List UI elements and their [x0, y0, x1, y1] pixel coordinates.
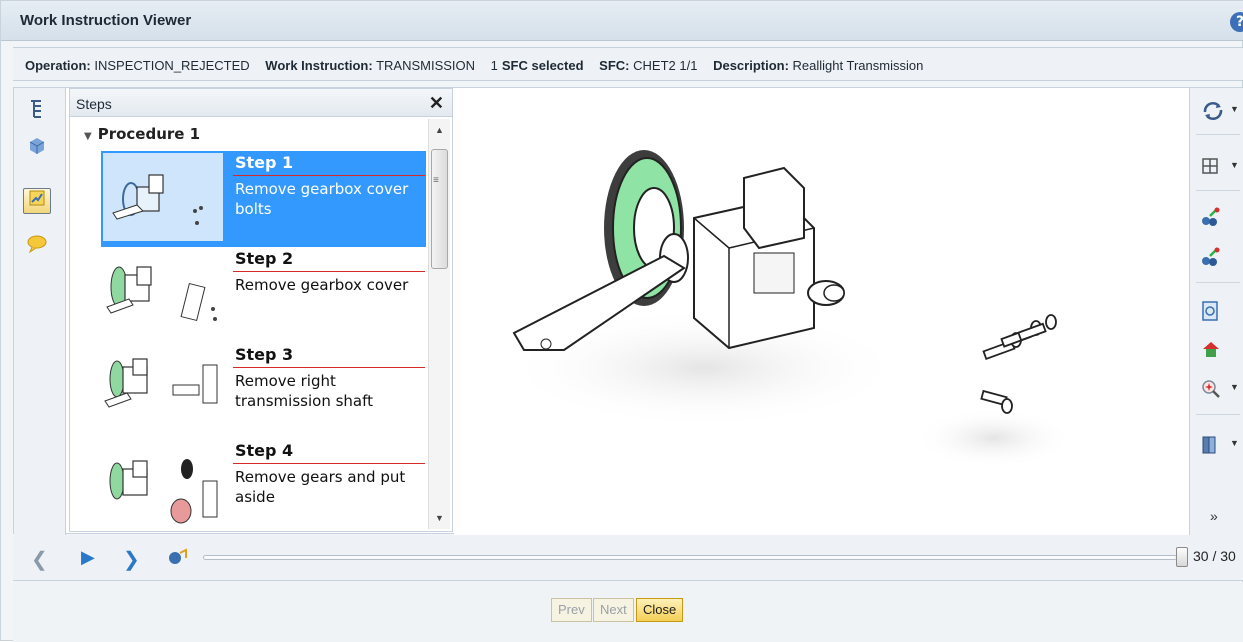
- prev-button[interactable]: Prev: [551, 598, 592, 622]
- title-bar: Work Instruction Viewer ?: [1, 1, 1243, 41]
- sfc-label: SFC:: [599, 58, 630, 73]
- steps-scrollbar[interactable]: ▲ ≡ ▼: [428, 119, 450, 529]
- steps-panel-title: Steps: [76, 96, 112, 112]
- zoom-icon[interactable]: ▼: [1200, 378, 1240, 402]
- step-item-1[interactable]: Step 1 Remove gearbox cover bolts: [101, 151, 426, 247]
- frame-counter: 30 / 30: [1193, 548, 1236, 564]
- step-item-3[interactable]: Step 3 Remove right transmission shaft: [101, 343, 426, 439]
- step-item-4[interactable]: Step 4 Remove gears and put aside: [101, 439, 426, 531]
- play-icon[interactable]: ▶: [81, 547, 95, 568]
- step-underline: [233, 175, 425, 176]
- step-thumbnail: [103, 249, 223, 337]
- work-instruction-window: Work Instruction Viewer ? Operation: INS…: [0, 0, 1243, 642]
- toolbar-separator: [1196, 190, 1240, 191]
- step-description: Remove right transmission shaft: [235, 372, 374, 410]
- step-thumbnail: [103, 345, 223, 433]
- grip-icon: ≡: [433, 175, 439, 186]
- work-instruction-label: Work Instruction:: [265, 58, 373, 73]
- gearbox-model-illustration: [504, 150, 1074, 468]
- scroll-up-icon[interactable]: ▲: [435, 125, 444, 135]
- procedure-header[interactable]: ▼ Procedure 1: [84, 125, 200, 143]
- close-button[interactable]: Close: [636, 598, 684, 622]
- timeline-slider-track[interactable]: [203, 555, 1177, 560]
- dialog-footer: Prev Next Close: [13, 582, 1243, 642]
- toolbar-separator: [1196, 414, 1240, 415]
- step-description: Remove gears and put aside: [235, 468, 406, 506]
- left-toolbar: [14, 88, 66, 535]
- tree-icon[interactable]: [23, 98, 51, 124]
- description-value: Reallight Transmission: [792, 58, 924, 73]
- step-number: Step 2: [235, 249, 294, 268]
- procedure-label: Procedure 1: [97, 125, 201, 143]
- dropdown-arrow-icon[interactable]: ▼: [1230, 104, 1239, 114]
- rotate-icon[interactable]: ▼: [1200, 100, 1240, 124]
- step-underline: [233, 367, 425, 368]
- step-thumbnail: [103, 441, 223, 529]
- sfc-value: CHET2 1/1: [633, 58, 698, 73]
- cube-icon[interactable]: [23, 136, 51, 162]
- operation-value: INSPECTION_REJECTED: [94, 58, 250, 73]
- step-number: Step 1: [235, 153, 294, 172]
- step-description: Remove gearbox cover: [235, 276, 409, 294]
- collapse-icon[interactable]: [1200, 246, 1240, 270]
- scrollbar-thumb[interactable]: [431, 149, 448, 269]
- step-number: Step 3: [235, 345, 294, 364]
- camera-icon[interactable]: [165, 547, 189, 572]
- toolbar-separator: [1196, 134, 1240, 135]
- window-title: Work Instruction Viewer: [20, 12, 192, 29]
- step-underline: [233, 271, 425, 272]
- scroll-down-icon[interactable]: ▼: [435, 513, 444, 523]
- steps-icon[interactable]: [23, 188, 51, 214]
- close-icon[interactable]: ✕: [429, 93, 444, 114]
- operation-label: Operation:: [25, 58, 91, 73]
- sfc-count: 1: [490, 58, 498, 73]
- step-back-icon[interactable]: ❮: [31, 547, 48, 572]
- work-instruction-value: TRANSMISSION: [376, 58, 476, 73]
- steps-panel-header: Steps ✕: [70, 89, 452, 117]
- step-underline: [233, 463, 425, 464]
- 3d-viewer-canvas[interactable]: [454, 88, 1189, 535]
- sfc-selected-label: SFC selected: [501, 58, 584, 73]
- context-info-bar: Operation: INSPECTION_REJECTED Work Inst…: [13, 47, 1243, 81]
- comment-icon[interactable]: [23, 234, 51, 260]
- steps-panel: Steps ✕ ▼ Procedure 1 Step 1 Remove gear…: [69, 88, 453, 532]
- description-label: Description:: [713, 58, 789, 73]
- help-icon[interactable]: ?: [1230, 12, 1243, 32]
- explode-icon[interactable]: [1200, 206, 1240, 230]
- step-forward-icon[interactable]: ❯: [123, 547, 140, 572]
- step-item-2[interactable]: Step 2 Remove gearbox cover: [101, 247, 426, 343]
- home-icon[interactable]: [1200, 338, 1240, 362]
- next-button[interactable]: Next: [593, 598, 634, 622]
- grid-icon[interactable]: ▼: [1200, 156, 1240, 180]
- main-content: Steps ✕ ▼ Procedure 1 Step 1 Remove gear…: [13, 87, 1243, 535]
- timeline-bar: ❮ ▶ ❯ 30 / 30: [13, 535, 1243, 581]
- chevron-down-icon[interactable]: ▼: [84, 131, 92, 142]
- dropdown-arrow-icon[interactable]: ▼: [1230, 160, 1239, 170]
- step-number: Step 4: [235, 441, 294, 460]
- step-description: Remove gearbox cover bolts: [235, 180, 409, 218]
- step-thumbnail: [103, 153, 223, 241]
- dropdown-arrow-icon[interactable]: ▼: [1230, 382, 1239, 392]
- page-icon[interactable]: [1200, 300, 1240, 324]
- right-toolbar: ▼ ▼ ▼ ▼ »: [1189, 88, 1243, 535]
- more-icon[interactable]: »: [1210, 508, 1243, 532]
- book-icon[interactable]: ▼: [1200, 434, 1240, 458]
- toolbar-separator: [1196, 282, 1240, 283]
- timeline-slider-knob[interactable]: [1176, 547, 1188, 567]
- dropdown-arrow-icon[interactable]: ▼: [1230, 438, 1239, 448]
